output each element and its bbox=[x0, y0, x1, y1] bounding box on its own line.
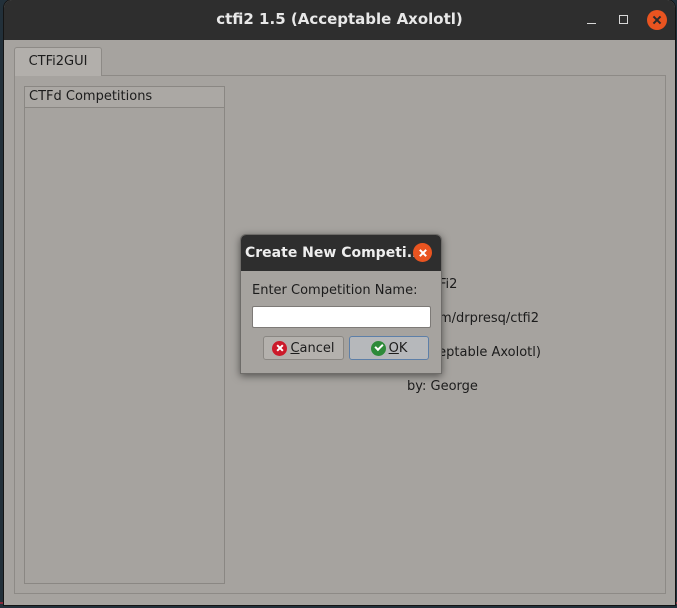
ok-button[interactable]: OK bbox=[349, 336, 429, 360]
cancel-button[interactable]: Cancel bbox=[263, 336, 344, 360]
info-line-url: om/drpresq/ctfi2 bbox=[431, 311, 540, 326]
competition-name-input[interactable] bbox=[252, 306, 431, 328]
window-titlebar[interactable]: ctfi2 1.5 (Acceptable Axolotl) bbox=[4, 0, 675, 40]
dialog-title: Create New Competi... bbox=[245, 245, 423, 261]
close-icon[interactable] bbox=[413, 243, 432, 262]
competitions-list[interactable]: CTFd Competitions bbox=[24, 86, 225, 584]
minimize-icon[interactable] bbox=[582, 10, 602, 30]
create-competition-dialog: Create New Competi... Enter Competition … bbox=[240, 234, 442, 374]
close-icon[interactable] bbox=[647, 10, 667, 30]
ok-label: OK bbox=[388, 340, 408, 356]
tab-ctfi2gui[interactable]: CTFi2GUI bbox=[14, 47, 102, 76]
competitions-list-header: CTFd Competitions bbox=[25, 87, 224, 108]
window-title: ctfi2 1.5 (Acceptable Axolotl) bbox=[216, 10, 463, 28]
checkmark-icon bbox=[370, 340, 386, 356]
cancel-icon bbox=[272, 340, 288, 356]
maximize-icon[interactable] bbox=[614, 10, 634, 30]
info-line-version: ceptable Axolotl) bbox=[431, 345, 541, 360]
info-line-author: by: George bbox=[407, 379, 478, 394]
dialog-titlebar[interactable]: Create New Competi... bbox=[241, 235, 441, 271]
cancel-label: Cancel bbox=[290, 340, 335, 356]
competition-name-label: Enter Competition Name: bbox=[252, 283, 418, 298]
